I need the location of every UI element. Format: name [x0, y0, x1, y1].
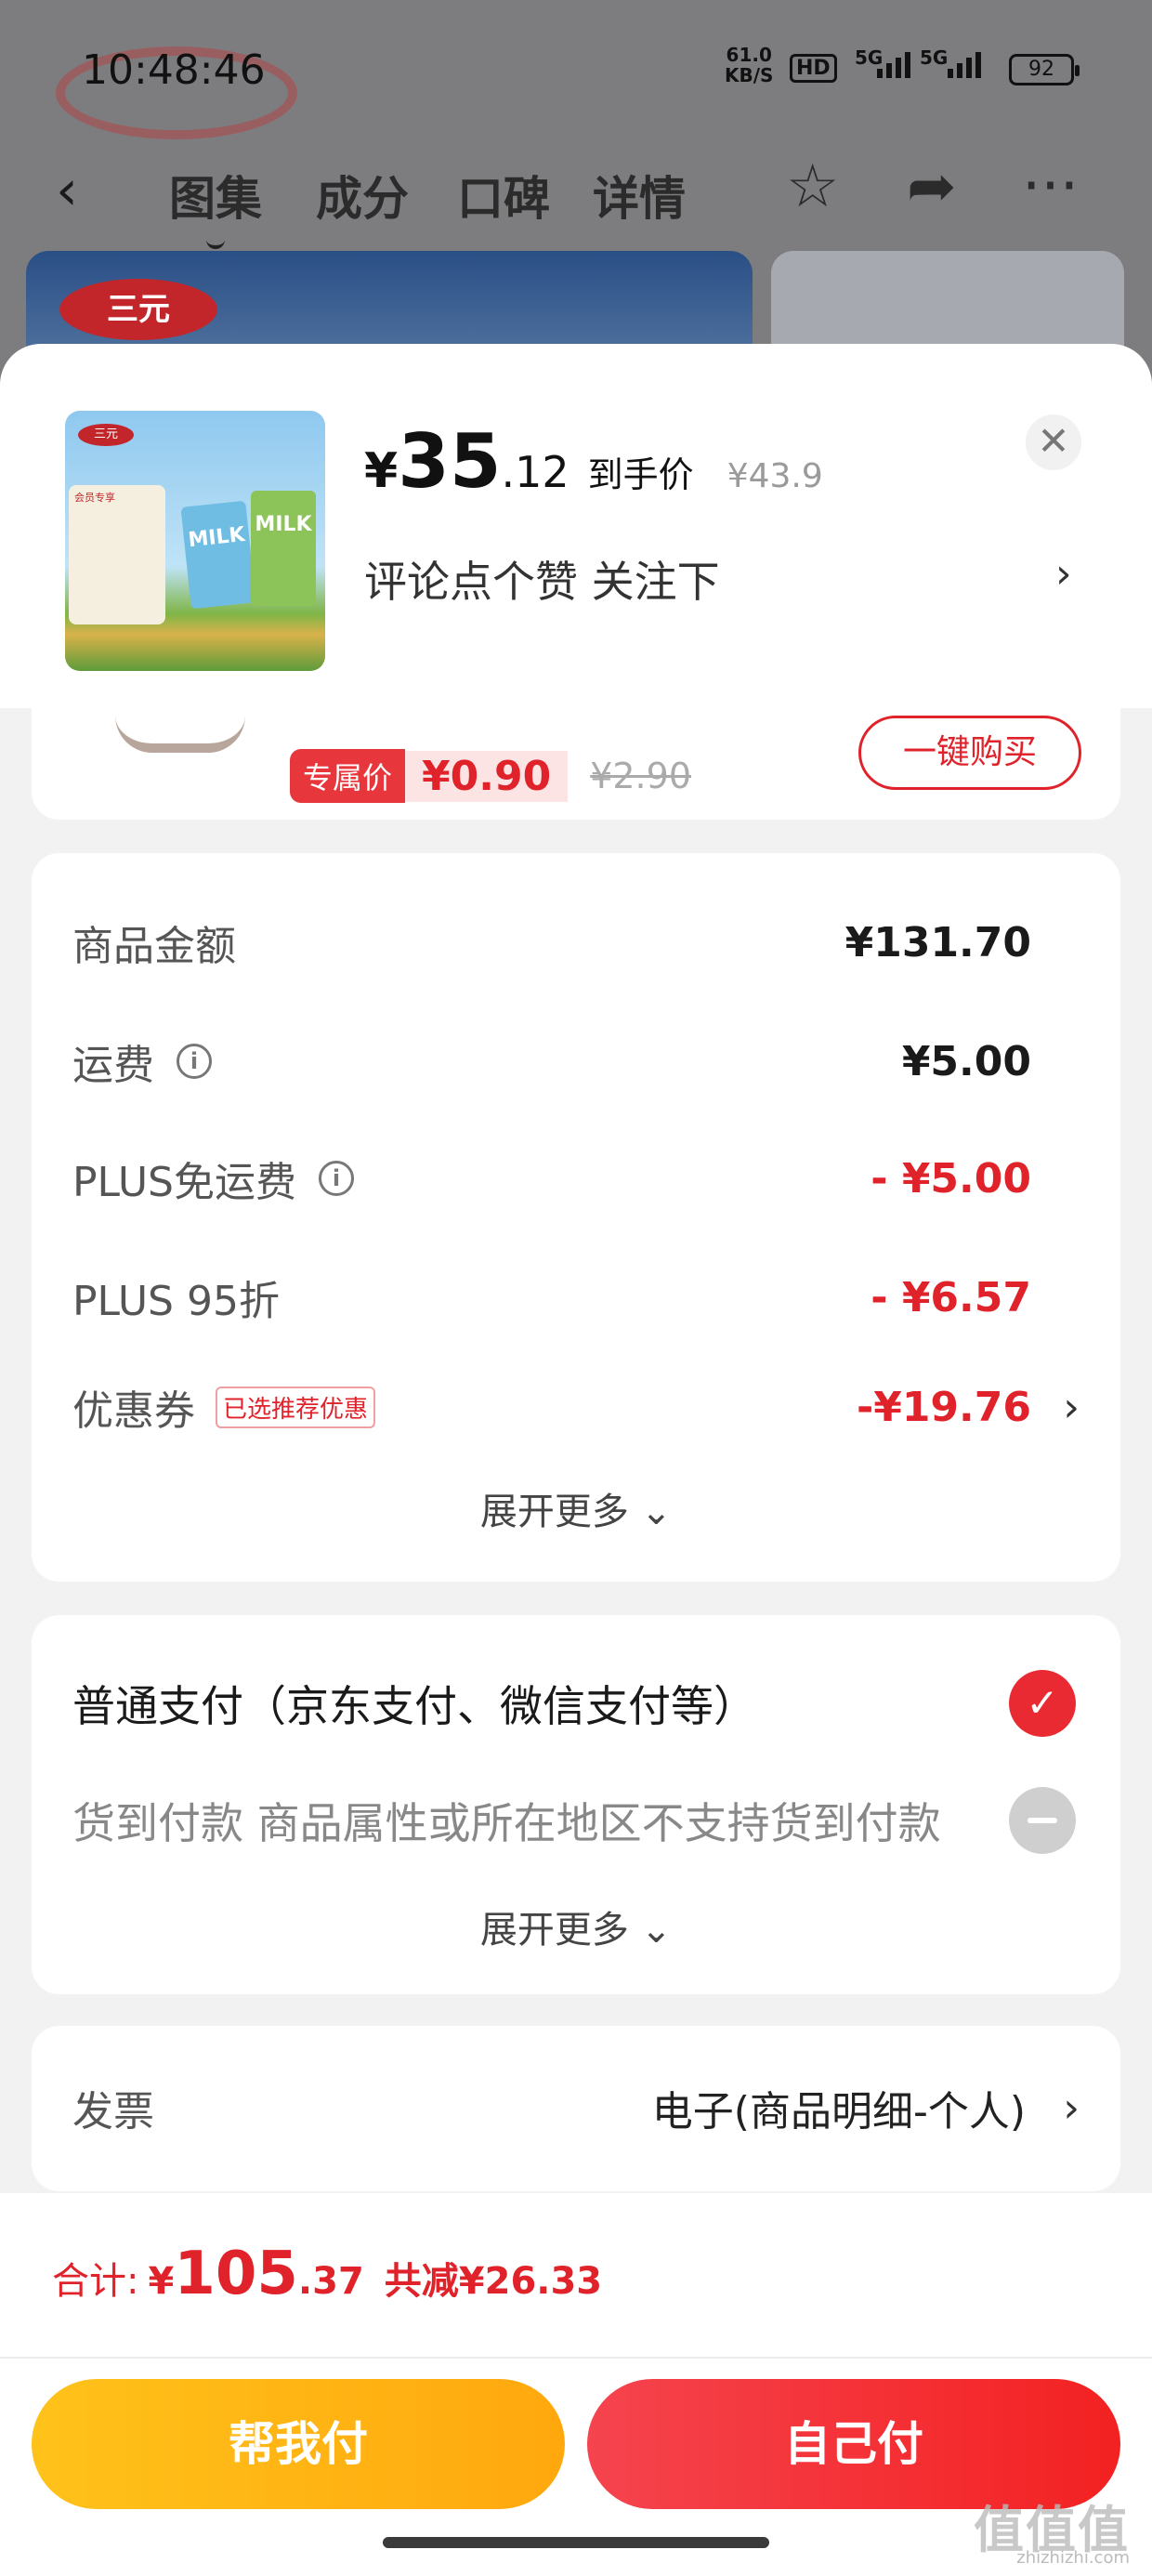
payment-option-label: 普通支付（京东支付、微信支付等） [72, 1681, 756, 1731]
payment-card: 普通支付（京东支付、微信支付等） ✓ 货到付款 商品属性或所在地区不支持货到付款… [32, 1615, 1120, 1994]
divider [0, 2357, 1152, 2359]
recommended-badge: 已选推荐优惠 [216, 1386, 376, 1428]
invoice-card[interactable]: 发票 电子(商品明细-个人) › [32, 2026, 1120, 2191]
watermark-site: zhizhizhi.com [1016, 2548, 1130, 2568]
tab-reviews[interactable]: 口碑 [457, 162, 550, 229]
order-total: 合计: ¥ 105 .37 共减¥26.33 [52, 2240, 602, 2308]
checkout-sheet: 三元 会员专享 MILK MILK ¥ 35 .12 到手价 ¥43.9 ✕ 评… [0, 344, 1152, 2576]
tab-ingredients[interactable]: 成分 [316, 162, 409, 229]
help-pay-button[interactable]: 帮我付 [32, 2379, 565, 2509]
network-speed-value: 61.0 [726, 44, 772, 66]
total-currency: ¥ [148, 2260, 175, 2303]
one-click-buy-button[interactable]: 一键购买 [858, 716, 1081, 790]
amount-card: 商品金额 ¥131.70 运费 i ¥5.00 PLUS免运费 i - ¥5.0… [32, 853, 1120, 1582]
chevron-right-icon[interactable]: › [1063, 1384, 1080, 1431]
old-price: ¥2.90 [590, 756, 691, 796]
exclusive-price-label: 专属价 [290, 749, 406, 803]
amount-row-plus-discount: PLUS 95折 - ¥6.57 [72, 1260, 1080, 1334]
battery-icon: 92 [1009, 54, 1080, 85]
total-decimal: .37 [297, 2260, 364, 2303]
tab-gallery[interactable]: 图集 [169, 162, 262, 249]
amount-row-plus-free-shipping: PLUS免运费 i - ¥5.00 [72, 1141, 1080, 1216]
brand-logo: 三元 [59, 279, 217, 340]
chevron-right-icon[interactable]: › [1063, 2084, 1080, 2132]
checkmark-icon[interactable]: ✓ [1009, 1670, 1076, 1737]
amount-row-shipping: 运费 i ¥5.00 [72, 1024, 1080, 1098]
total-integer: 105 [174, 2240, 298, 2308]
price-decimal: .12 [501, 447, 569, 497]
share-icon[interactable]: ➦ [907, 152, 957, 221]
amount-label: PLUS 95折 [72, 1278, 280, 1325]
amount-value: ¥5.00 [901, 1037, 1031, 1085]
expand-more-link[interactable]: 展开更多 ⌄ [32, 1481, 1120, 1535]
home-indicator[interactable] [383, 2537, 769, 2548]
amount-label: 优惠券 [72, 1387, 195, 1435]
product-nav: ‹ 图集 成分 口碑 详情 ☆ ➦ ··· [0, 149, 1152, 249]
checkout-footer: 合计: ¥ 105 .37 共减¥26.33 帮我付 自己付 值值值 zhizh… [0, 2193, 1152, 2576]
amount-label: PLUS免运费 [72, 1159, 296, 1206]
status-time: 10:48:46 [82, 46, 266, 94]
close-icon[interactable]: ✕ [1026, 414, 1081, 470]
info-icon[interactable]: i [319, 1161, 354, 1196]
invoice-label: 发票 [72, 2088, 154, 2136]
amount-row-coupon[interactable]: 优惠券 已选推荐优惠 -¥19.76 › [72, 1370, 1080, 1444]
signal-bars-icon [877, 50, 910, 78]
expand-more-link[interactable]: 展开更多 ⌄ [32, 1899, 1120, 1953]
more-dots-icon[interactable]: ··· [1022, 152, 1079, 221]
payment-option-cod: 货到付款 商品属性或所在地区不支持货到付款 [72, 1779, 1113, 1862]
back-arrow-icon[interactable]: ‹ [56, 158, 78, 223]
product-image [115, 716, 245, 753]
signal-bars-icon [948, 50, 981, 78]
invoice-value: 电子(商品明细-个人) [651, 2088, 1026, 2136]
invoice-row[interactable]: 发票 电子(商品明细-个人) › [72, 2070, 1080, 2145]
exclusive-price-value: ¥0.90 [405, 750, 569, 802]
total-label: 合计: [52, 2260, 139, 2303]
sheet-header: 三元 会员专享 MILK MILK ¥ 35 .12 到手价 ¥43.9 ✕ 评… [0, 344, 1152, 708]
amount-label: 运费 [72, 1042, 154, 1089]
thumb-milk-box: MILK [180, 500, 256, 610]
network-speed-unit: KB/S [725, 64, 774, 86]
favorite-star-icon[interactable]: ☆ [786, 152, 839, 221]
price-integer: 35 [398, 418, 502, 505]
thumb-brand-logo: 三元 [78, 424, 134, 446]
original-price: ¥43.9 [727, 457, 823, 495]
thumb-promo-card: 会员专享 [69, 485, 165, 624]
price-currency: ¥ [364, 443, 399, 499]
total-saved: 共减¥26.33 [384, 2260, 603, 2303]
background-page: 10:48:46 61.0 KB/S HD 5G 5G 92 ‹ 图集 成分 口… [0, 0, 1152, 390]
amount-value: - ¥6.57 [871, 1273, 1031, 1321]
status-bar: 10:48:46 61.0 KB/S HD 5G 5G 92 [0, 37, 1152, 102]
hd-icon: HD [790, 54, 837, 83]
price-tag-label: 到手价 [587, 454, 694, 495]
info-icon[interactable]: i [177, 1044, 212, 1079]
amount-label: 商品金额 [72, 923, 236, 970]
disabled-icon [1009, 1787, 1076, 1854]
amount-value: - ¥5.00 [871, 1154, 1031, 1203]
network-speed: 61.0 KB/S [725, 45, 773, 85]
product-thumbnail: 三元 会员专享 MILK MILK [65, 411, 325, 671]
follow-text[interactable]: 评论点个赞 关注下 [364, 548, 720, 610]
final-price: ¥ 35 .12 到手价 ¥43.9 [364, 418, 823, 505]
payment-option-label: 货到付款 商品属性或所在地区不支持货到付款 [72, 1798, 941, 1848]
amount-row-goods: 商品金额 ¥131.70 [72, 905, 1080, 979]
signal-label-2: 5G [920, 46, 949, 69]
amount-value: ¥131.70 [844, 918, 1031, 966]
payment-option-normal[interactable]: 普通支付（京东支付、微信支付等） ✓ [72, 1662, 1113, 1745]
exclusive-price: 专属价 ¥0.90 ¥2.90 [290, 749, 691, 803]
amount-value: -¥19.76 [856, 1383, 1031, 1431]
thumb-milk-box: MILK [251, 491, 316, 606]
tab-details[interactable]: 详情 [593, 162, 686, 229]
chevron-right-icon[interactable]: › [1055, 550, 1072, 598]
